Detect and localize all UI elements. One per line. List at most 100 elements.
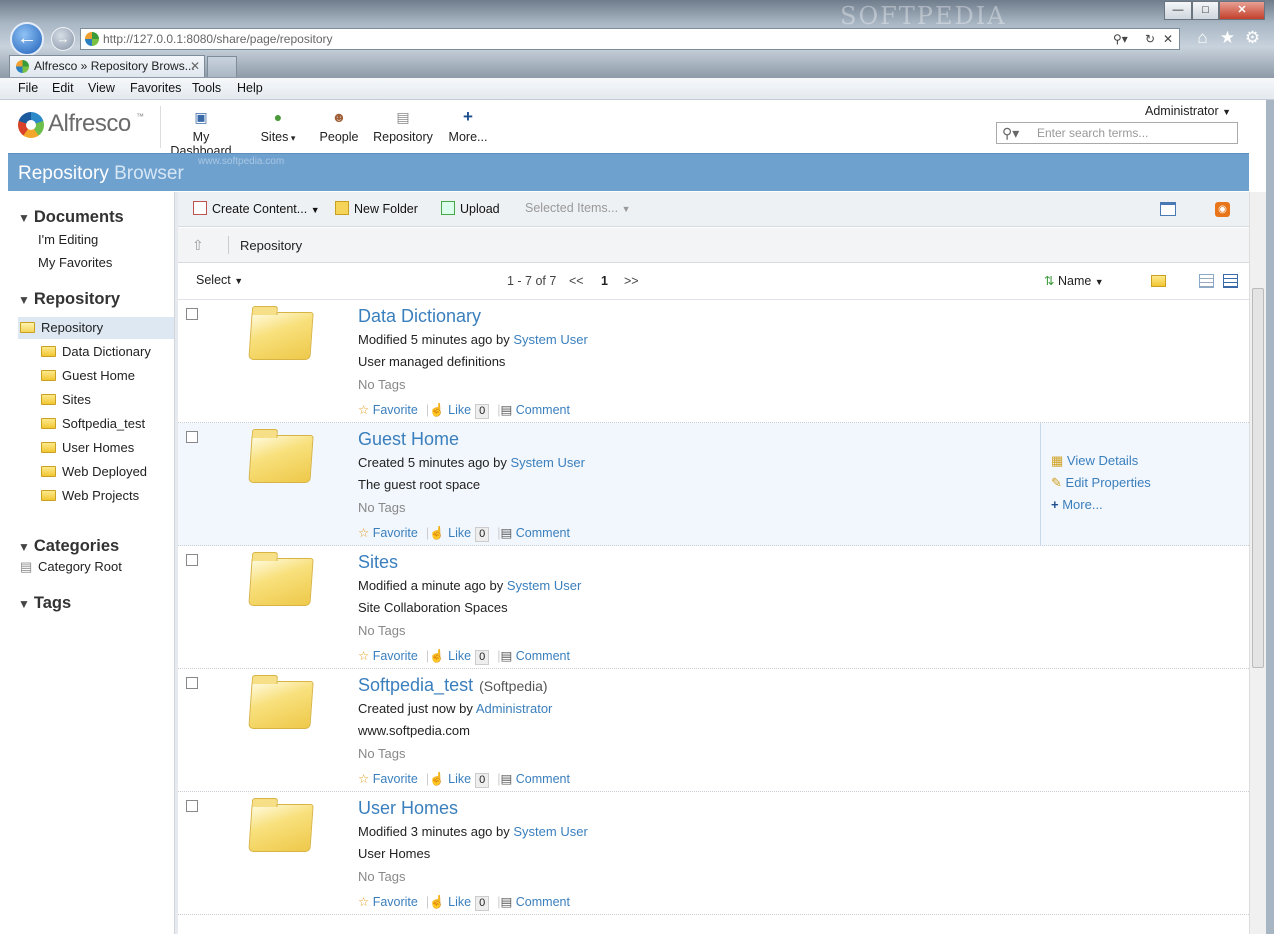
row-checkbox[interactable] [186,308,198,320]
new-tab-button[interactable] [207,56,237,77]
sidebar-item-im-editing[interactable]: I'm Editing [38,232,98,247]
like-action[interactable]: ☝ Like [429,649,471,663]
row-checkbox[interactable] [186,554,198,566]
close-window-button[interactable]: ✕ [1219,1,1265,20]
tree-node-web-deployed[interactable]: Web Deployed [41,464,147,479]
item-name-link[interactable]: Sites [358,552,404,573]
modifier-link[interactable]: Administrator [476,701,553,716]
folder-thumbnail-icon[interactable] [248,681,314,729]
like-action[interactable]: ☝ Like [429,895,471,909]
nav-my-dashboard[interactable]: ▣ My Dashboard [161,108,241,158]
address-search-icon[interactable]: ⚲▾ [1113,29,1128,49]
breadcrumb-repository[interactable]: Repository [240,238,302,253]
favorite-action[interactable]: ☆ Favorite [358,895,418,909]
new-folder-button[interactable]: New Folder [335,201,418,216]
upload-button[interactable]: Upload [441,201,500,216]
vertical-scrollbar[interactable] [1249,192,1266,934]
favorites-star-icon[interactable]: ★ [1215,28,1240,48]
gear-icon[interactable]: ⚙ [1240,28,1265,48]
edit-properties-action[interactable]: ✎ Edit Properties [1051,475,1151,491]
favorite-action[interactable]: ☆ Favorite [358,772,418,786]
minimize-button[interactable]: — [1164,1,1192,20]
folder-thumbnail-icon[interactable] [248,435,314,483]
detailed-view-icon[interactable] [1223,274,1238,288]
current-page[interactable]: 1 [601,274,608,288]
list-item[interactable]: Softpedia_test (Softpedia) Created just n… [178,669,1249,792]
menu-tools[interactable]: Tools [192,81,221,95]
view-details-action[interactable]: ▦ View Details [1051,453,1138,469]
list-item[interactable]: Data Dictionary Modified 5 minutes ago b… [178,300,1249,423]
sidebar-item-my-favorites[interactable]: My Favorites [38,255,112,270]
menu-view[interactable]: View [88,81,115,95]
stop-icon[interactable]: ✕ [1163,29,1173,49]
tree-node-data-dictionary[interactable]: Data Dictionary [41,344,151,359]
toggle-panel-icon[interactable] [1160,202,1176,216]
item-name-link[interactable]: User Homes [358,798,464,819]
more-actions[interactable]: + More... [1051,497,1103,512]
home-icon[interactable]: ⌂ [1190,28,1215,48]
rss-feed-icon[interactable]: ◉ [1215,202,1230,217]
section-tags[interactable]: ▼ Tags [18,594,71,613]
simple-view-icon[interactable] [1199,274,1214,288]
list-item[interactable]: Guest Home Created 5 minutes ago by Syst… [178,423,1249,546]
scrollbar-thumb[interactable] [1252,288,1264,668]
selected-items-button[interactable]: Selected Items... ▼ [525,201,631,215]
row-checkbox[interactable] [186,800,198,812]
modifier-link[interactable]: System User [513,824,587,839]
section-documents[interactable]: ▼ Documents [18,208,124,227]
modifier-link[interactable]: System User [507,578,581,593]
menu-file[interactable]: File [18,81,38,95]
favorite-action[interactable]: ☆ Favorite [358,526,418,540]
comment-action[interactable]: ▤ Comment [500,772,569,786]
refresh-icon[interactable]: ↻ [1145,29,1155,49]
nav-people[interactable]: ☻ People [318,108,360,144]
nav-more[interactable]: + More... [448,108,488,145]
tree-node-guest-home[interactable]: Guest Home [41,368,135,383]
list-item[interactable]: User Homes Modified 3 minutes ago by Sys… [178,792,1249,915]
back-button[interactable]: ← [10,22,44,56]
menu-favorites[interactable]: Favorites [130,81,181,95]
list-item[interactable]: Sites Modified a minute ago by System Us… [178,546,1249,669]
modifier-link[interactable]: System User [513,332,587,347]
select-menu[interactable]: Select ▼ [196,273,243,287]
tree-node-user-homes[interactable]: User Homes [41,440,134,455]
like-action[interactable]: ☝ Like [429,526,471,540]
comment-action[interactable]: ▤ Comment [500,649,569,663]
comment-action[interactable]: ▤ Comment [500,526,569,540]
row-checkbox[interactable] [186,431,198,443]
section-categories[interactable]: ▼ Categories [18,537,119,556]
show-folders-icon[interactable] [1151,275,1166,287]
sort-menu[interactable]: ⇅ Name ▼ [1044,273,1104,288]
tree-node-softpedia-test[interactable]: Softpedia_test [41,416,145,431]
forward-button[interactable]: → [51,27,75,51]
menu-edit[interactable]: Edit [52,81,74,95]
folder-thumbnail-icon[interactable] [248,804,314,852]
item-name-link[interactable]: Guest Home [358,429,465,450]
folder-up-icon[interactable]: ⇧ [192,237,204,254]
like-action[interactable]: ☝ Like [429,403,471,417]
section-repository[interactable]: ▼ Repository [18,290,120,309]
item-name-link[interactable]: Softpedia_test (Softpedia) [358,675,548,696]
maximize-button[interactable]: □ [1192,1,1219,20]
next-page-link[interactable]: >> [624,274,639,288]
folder-thumbnail-icon[interactable] [248,312,314,360]
row-checkbox[interactable] [186,677,198,689]
nav-repository[interactable]: ▤ Repository [372,108,434,144]
prev-page-link[interactable]: << [569,274,584,288]
nav-sites[interactable]: ● Sites ▾ [258,108,298,144]
tree-node-sites[interactable]: Sites [41,392,91,407]
tree-node-web-projects[interactable]: Web Projects [41,488,139,503]
favorite-action[interactable]: ☆ Favorite [358,649,418,663]
search-input[interactable]: ⚲▾ Enter search terms... [996,122,1238,144]
close-tab-icon[interactable]: ✕ [190,56,200,77]
like-action[interactable]: ☝ Like [429,772,471,786]
user-menu[interactable]: Administrator ▼ [1145,104,1231,118]
comment-action[interactable]: ▤ Comment [500,403,569,417]
tree-node-repository[interactable]: Repository [20,320,103,335]
tree-node-category-root[interactable]: ▤ Category Root [20,559,122,575]
comment-action[interactable]: ▤ Comment [500,895,569,909]
search-icon[interactable]: ⚲▾ [1002,123,1019,143]
create-content-button[interactable]: Create Content... ▼ [193,201,320,216]
item-name-link[interactable]: Data Dictionary [358,306,487,327]
modifier-link[interactable]: System User [511,455,585,470]
